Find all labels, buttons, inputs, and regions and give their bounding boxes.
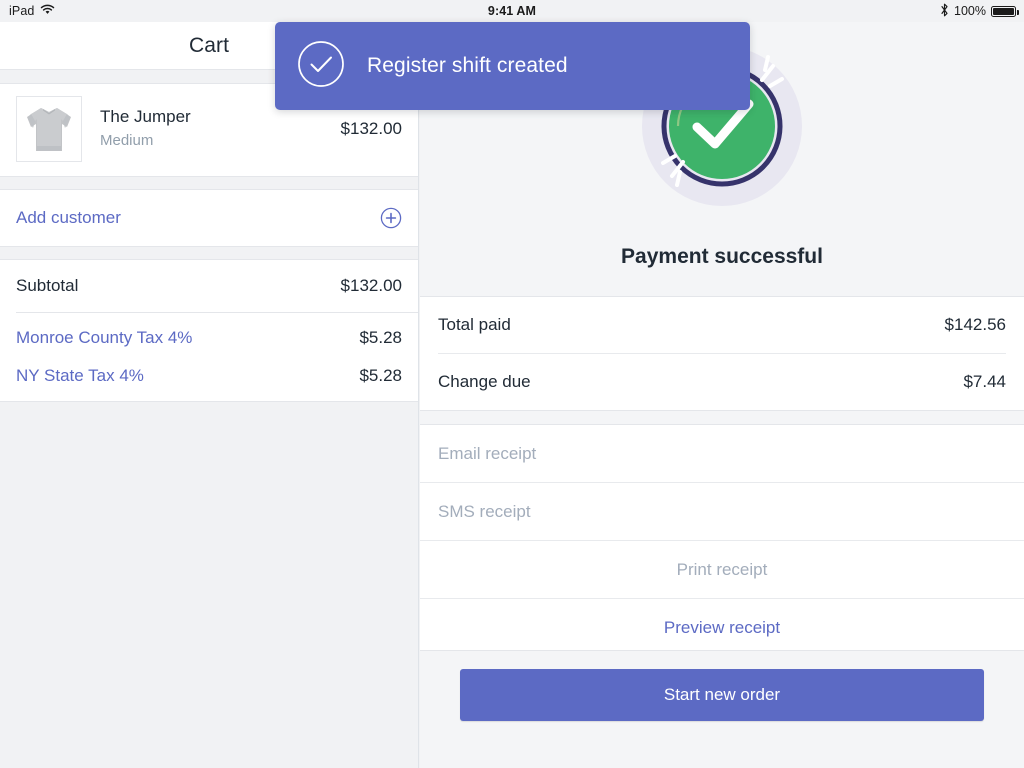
payment-footer: Start new order bbox=[420, 650, 1024, 768]
cart-totals-block: Subtotal $132.00 Monroe County Tax 4% $5… bbox=[0, 260, 418, 401]
tax-row[interactable]: NY State Tax 4% $5.28 bbox=[0, 357, 418, 395]
payment-status-title: Payment successful bbox=[621, 245, 823, 268]
email-receipt-row[interactable]: Email receipt bbox=[420, 425, 1024, 482]
sms-receipt-row[interactable]: SMS receipt bbox=[420, 483, 1024, 540]
payment-totals-list: Total paid $142.56 Change due $7.44 bbox=[420, 297, 1024, 410]
preview-receipt-label: Preview receipt bbox=[663, 617, 781, 637]
tax-label: Monroe County Tax 4% bbox=[16, 328, 193, 347]
start-new-order-button[interactable]: Start new order bbox=[460, 669, 984, 721]
change-due-label: Change due bbox=[438, 372, 531, 391]
ios-status-bar: iPad 9:41 AM 100% bbox=[0, 0, 1024, 22]
ipad-pos-screen: iPad 9:41 AM 100% Cart The Jumper Medium… bbox=[0, 0, 1024, 768]
payment-panel: Payment successful Total paid $142.56 Ch… bbox=[420, 22, 1024, 768]
payment-section-spacer bbox=[420, 410, 1024, 425]
bluetooth-icon bbox=[940, 3, 949, 20]
receipt-actions-list: Email receipt SMS receipt Print receipt … bbox=[420, 425, 1024, 656]
page-title: Cart bbox=[188, 33, 230, 57]
subtotal-row: Subtotal $132.00 bbox=[0, 260, 418, 312]
circle-plus-icon[interactable] bbox=[380, 207, 402, 229]
product-thumbnail bbox=[16, 96, 82, 162]
status-bar-time: 9:41 AM bbox=[487, 4, 537, 18]
cart-section-spacer-1 bbox=[0, 176, 418, 190]
change-due-value: $7.44 bbox=[963, 372, 1006, 391]
circle-check-icon bbox=[297, 40, 345, 93]
email-receipt-placeholder: Email receipt bbox=[438, 443, 537, 463]
cart-panel: Cart The Jumper Medium $132.00 Add custo… bbox=[0, 22, 419, 768]
tax-row[interactable]: Monroe County Tax 4% $5.28 bbox=[0, 319, 418, 357]
change-due-row: Change due $7.44 bbox=[420, 354, 1024, 410]
status-bar-right: 100% bbox=[940, 3, 1019, 20]
toast-notification[interactable]: Register shift created bbox=[275, 22, 750, 110]
total-paid-label: Total paid bbox=[438, 315, 511, 334]
total-paid-row: Total paid $142.56 bbox=[420, 297, 1024, 353]
add-customer-row[interactable]: Add customer bbox=[0, 190, 418, 246]
subtotal-label: Subtotal bbox=[16, 276, 79, 295]
product-variant: Medium bbox=[100, 132, 154, 150]
total-paid-value: $142.56 bbox=[944, 315, 1006, 334]
add-customer-label: Add customer bbox=[16, 208, 121, 227]
tax-label: NY State Tax 4% bbox=[16, 366, 144, 385]
subtotal-value: $132.00 bbox=[340, 276, 402, 295]
print-receipt-label: Print receipt bbox=[676, 559, 768, 579]
toast-message: Register shift created bbox=[367, 54, 568, 77]
sms-receipt-placeholder: SMS receipt bbox=[438, 501, 531, 521]
cart-bottom-divider bbox=[0, 401, 418, 402]
print-receipt-button[interactable]: Print receipt bbox=[420, 541, 1024, 598]
line-item-text: The Jumper Medium bbox=[82, 106, 341, 152]
customer-block: Add customer bbox=[0, 190, 418, 246]
battery-percent-label: 100% bbox=[954, 4, 986, 18]
tax-value: $5.28 bbox=[359, 366, 402, 385]
gray-sweatshirt-image bbox=[17, 97, 81, 161]
cart-section-spacer-2 bbox=[0, 246, 418, 260]
preview-receipt-button[interactable]: Preview receipt bbox=[420, 599, 1024, 656]
tax-block: Monroe County Tax 4% $5.28 NY State Tax … bbox=[0, 319, 418, 401]
totals-divider bbox=[16, 312, 418, 313]
tax-value: $5.28 bbox=[359, 328, 402, 347]
battery-full-icon bbox=[991, 5, 1019, 17]
product-price: $132.00 bbox=[340, 119, 402, 138]
